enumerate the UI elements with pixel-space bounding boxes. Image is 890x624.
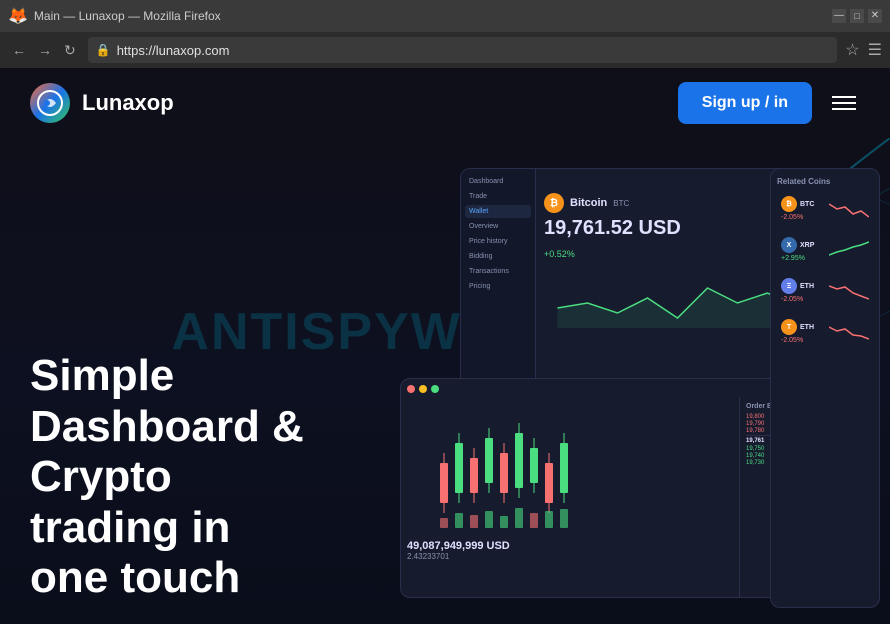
browser-chrome: 🦊 Main — Lunaxop — Mozilla Firefox — □ ✕… [0,0,890,68]
headline-line4: trading in [30,503,230,552]
btc-coin-change: -2.05% [781,214,803,221]
coin-row-eth2: T ETH -2.05% [777,315,873,348]
minimize-button[interactable]: — [832,9,846,23]
btc-coin-label: BTC [800,201,814,208]
bitcoin-icon: ₿ [544,193,564,213]
address-bar[interactable]: 🔒 https://lunaxop.com [88,37,838,63]
logo-icon [30,83,70,123]
sidebar-item-overview: Overview [465,220,531,233]
btc-sparkline [829,199,869,219]
headline-line1: Simple [30,351,174,400]
btc-change: +0.52% [544,249,575,259]
coin-row-xrp: X XRP +2.95% [777,233,873,266]
xrp-coin-change: +2.95% [781,255,805,262]
back-button[interactable]: ← [8,40,30,60]
sidebar-item-price-history: Price history [465,235,531,248]
maximize-button[interactable]: □ [850,9,864,23]
trade-dot-yellow [419,385,427,393]
trade-price-label: 49,087,949,999 USD [407,540,733,552]
url-text: https://lunaxop.com [117,43,230,58]
site-nav: Lunaxop Sign up / in [0,68,890,138]
xrp-coin-icon: X [781,237,797,253]
close-button[interactable]: ✕ [868,9,882,23]
forward-button[interactable]: → [34,40,56,60]
eth-sparkline [829,281,869,301]
related-coins-title: Related Coins [777,177,873,186]
coin4-change: -2.05% [781,337,803,344]
xrp-sparkline [829,240,869,260]
title-bar-left: 🦊 Main — Lunaxop — Mozilla Firefox [8,6,221,26]
headline-line3: Crypto [30,452,172,501]
website-content: Lunaxop Sign up / in ANTISPYWARE.COM Sim… [0,68,890,624]
headline-line5: one touch [30,553,240,602]
bookmark-button[interactable]: ☆ [845,40,859,60]
candlestick-area: 49,087,949,999 USD 2.43233701 [401,397,739,598]
browser-toolbar: ← → ↻ 🔒 https://lunaxop.com ☆ ☰ [0,32,890,68]
toolbar-right: ☆ ☰ [845,40,882,60]
sidebar-item-bidding: Bidding [465,250,531,263]
sidebar-item-wallet: Wallet [465,205,531,218]
trade-dot-red [407,385,415,393]
xrp-coin-label: XRP [800,242,814,249]
browser-menu-button[interactable]: ☰ [868,40,882,60]
sidebar-item-transactions: Transactions [465,265,531,278]
page-title: Main — Lunaxop — Mozilla Firefox [34,9,221,23]
nav-right: Sign up / in [678,82,860,124]
sidebar-item-dashboard: Dashboard [465,175,531,188]
lock-icon: 🔒 [96,43,111,57]
firefox-icon: 🦊 [8,6,28,26]
hero-text: Simple Dashboard & Crypto trading in one… [30,351,304,604]
sidebar-item-trade: Trade [465,190,531,203]
hamburger-menu-button[interactable] [828,92,860,114]
headline-line2: Dashboard & [30,402,304,451]
title-bar: 🦊 Main — Lunaxop — Mozilla Firefox — □ ✕ [0,0,890,32]
hamburger-line-1 [832,96,856,98]
eth-coin-change: -2.05% [781,296,803,303]
logo-area: Lunaxop [30,83,174,123]
coin-row-btc: ₿ BTC -2.05% [777,192,873,225]
related-coins-panel: Related Coins ₿ BTC -2.05% [770,168,880,608]
coin4-sparkline [829,322,869,342]
candlestick-chart [407,403,733,533]
btc-name: Bitcoin [570,197,607,209]
window-controls: — □ ✕ [832,9,882,23]
hamburger-line-2 [832,102,856,104]
trade-dot-green [431,385,439,393]
signup-button[interactable]: Sign up / in [678,82,812,124]
coin4-icon: T [781,319,797,335]
logo-text: Lunaxop [82,90,174,116]
trade-window-dots [407,385,439,393]
coin-row-eth: Ξ ETH -2.05% [777,274,873,307]
nav-controls: ← → ↻ [8,40,80,61]
hero-headline: Simple Dashboard & Crypto trading in one… [30,351,304,604]
sidebar-item-pricing: Pricing [465,280,531,293]
btc-ticker: BTC [613,199,629,208]
hero-section: ANTISPYWARE.COM Simple Dashboard & Crypt… [0,138,890,624]
reload-button[interactable]: ↻ [60,40,80,61]
hamburger-line-3 [832,108,856,110]
dashboard-sidebar: Dashboard Trade Wallet Overview Price hi… [461,169,536,397]
eth-coin-icon: Ξ [781,278,797,294]
eth-coin-label: ETH [800,283,814,290]
dashboard-preview: Dashboard Trade Wallet Overview Price hi… [400,168,870,608]
trade-alt-price: 2.43233701 [407,552,733,561]
coin4-label: ETH [800,324,814,331]
logo-svg [36,89,64,117]
btc-coin-icon: ₿ [781,196,797,212]
